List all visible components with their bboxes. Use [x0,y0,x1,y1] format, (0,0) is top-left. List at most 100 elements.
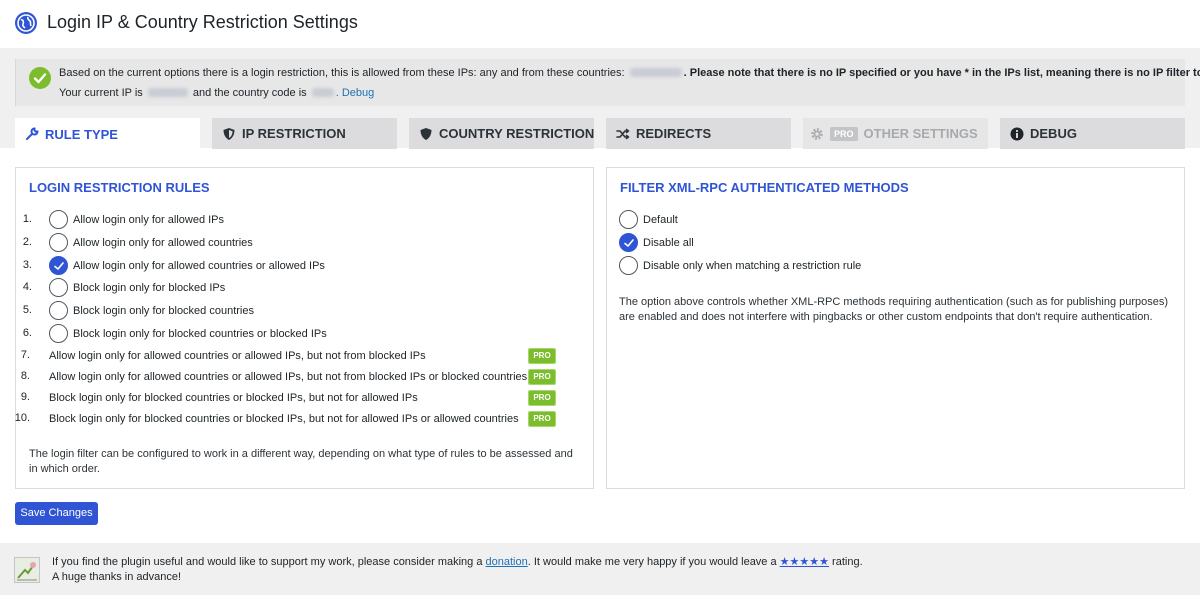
info-icon [1010,127,1024,141]
pro-badge: PRO [528,411,556,427]
rule-option-4[interactable]: 4. Block login only for blocked IPs [16,278,576,298]
rule-radio[interactable] [49,324,68,343]
notice-line-1: Based on the current options there is a … [59,67,1200,79]
tab-ip-restriction[interactable]: IP RESTRICTION [212,118,397,149]
tab-label: REDIRECTS [636,126,712,141]
xmlrpc-option-label: Disable all [643,237,694,249]
notice-line-2: Your current IP is and the country code … [59,87,374,99]
pro-rule-9: 9. Block login only for blocked countrie… [16,390,576,410]
xmlrpc-radio[interactable] [619,210,638,229]
restriction-notice: Based on the current options there is a … [15,59,1200,106]
page-header: Login IP & Country Restriction Settings [0,0,1200,48]
redacted-country-code [311,88,334,97]
tab-redirects[interactable]: REDIRECTS [606,118,791,149]
redacted-ip [147,88,188,97]
rule-option-3[interactable]: 3. Allow login only for allowed countrie… [16,256,576,276]
card-title: FILTER XML-RPC AUTHENTICATED METHODS [620,180,909,195]
notice-text: Based on the current options there is a … [59,67,625,79]
rule-label: Block login only for blocked countries o… [73,328,327,340]
rule-radio[interactable] [49,210,68,229]
xmlrpc-option-disable-all[interactable]: Disable all [607,233,1167,253]
xmlrpc-description: The option above controls whether XML-RP… [619,296,1169,323]
rule-radio[interactable] [49,301,68,320]
card-title: LOGIN RESTRICTION RULES [29,180,210,195]
rule-radio[interactable] [49,278,68,297]
rule-number: 9. [20,391,30,403]
page-title: Login IP & Country Restriction Settings [47,12,358,32]
xmlrpc-option-label: Default [643,214,678,226]
debug-link[interactable]: . Debug [336,87,375,99]
rating-stars-link[interactable]: ★★★★★ [780,556,829,568]
checkmark-icon [54,262,64,270]
rule-option-2[interactable]: 2. Allow login only for allowed countrie… [16,233,576,253]
pro-badge: PRO [528,390,556,406]
rule-number: 5. [22,304,32,316]
pro-badge: PRO [528,348,556,364]
shield-icon [419,127,433,141]
country-code-label: and the country code is [192,87,307,99]
rule-label: Allow login only for allowed countries o… [49,371,528,383]
tab-label: COUNTRY RESTRICTION [439,126,595,141]
rule-number: 3. [22,259,32,271]
rule-number: 1. [22,213,32,225]
wrench-icon [25,127,39,141]
donation-link[interactable]: donation [486,556,528,568]
current-ip-label: Your current IP is [59,87,143,99]
rule-number: 4. [22,281,32,293]
notice-bold-text: . Please note that there is no IP specif… [683,67,1200,79]
rule-number: 6. [22,327,32,339]
tab-debug[interactable]: DEBUG [1000,118,1185,149]
pro-rule-10: 10. Block login only for blocked countri… [14,411,576,431]
xmlrpc-option-disable-matching[interactable]: Disable only when matching a restriction… [607,256,1167,276]
tab-rule-type[interactable]: RULE TYPE [15,118,200,150]
tab-label: DEBUG [1030,126,1077,141]
support-footer: If you find the plugin useful and would … [0,543,1200,595]
author-avatar [14,557,40,583]
rule-label: Allow login only for allowed countries [73,237,253,249]
support-text: rating. [832,556,863,568]
rule-number: 2. [22,236,32,248]
tab-label: RULE TYPE [45,126,118,142]
rule-option-1[interactable]: 1. Allow login only for allowed IPs [16,210,576,230]
save-changes-button[interactable]: Save Changes [15,502,98,525]
pro-rule-7: 7. Allow login only for allowed countrie… [16,348,576,368]
rule-label: Block login only for blocked IPs [73,282,226,294]
rules-description: The login filter can be configured to wo… [29,448,573,475]
rule-label: Allow login only for allowed countries o… [73,260,325,272]
globe-icon [15,12,37,34]
gear-icon [810,127,824,141]
rule-option-5[interactable]: 5. Block login only for blocked countrie… [16,301,576,321]
check-circle-icon [29,67,51,89]
shield-icon [222,127,236,141]
xmlrpc-card: FILTER XML-RPC AUTHENTICATED METHODS Def… [606,167,1185,489]
redacted-countries [629,68,682,77]
support-line-1: If you find the plugin useful and would … [52,555,863,568]
xmlrpc-option-default[interactable]: Default [607,210,1167,230]
rule-radio-checked[interactable] [49,256,68,275]
rule-radio[interactable] [49,233,68,252]
rule-label: Allow login only for allowed countries o… [49,350,426,362]
xmlrpc-option-label: Disable only when matching a restriction… [643,260,862,272]
settings-tabs: RULE TYPE IP RESTRICTION COUNTRY RESTRIC… [15,118,1185,150]
support-text: . It would make me very happy if you wou… [527,556,777,568]
support-text: If you find the plugin useful and would … [52,556,483,568]
rule-number: 10. [14,412,30,424]
rule-option-6[interactable]: 6. Block login only for blocked countrie… [16,324,576,344]
tab-label: OTHER SETTINGS [863,126,978,141]
tab-label: IP RESTRICTION [242,126,346,141]
rule-label: Allow login only for allowed IPs [73,214,225,226]
checkmark-icon [624,239,634,247]
tab-other-settings[interactable]: PRO OTHER SETTINGS [803,118,988,149]
xmlrpc-radio[interactable] [619,256,638,275]
rule-number: 8. [20,370,30,382]
tab-country-restriction[interactable]: COUNTRY RESTRICTION [409,118,594,149]
login-restriction-rules-card: LOGIN RESTRICTION RULES 1. Allow login o… [15,167,594,489]
xmlrpc-radio-checked[interactable] [619,233,638,252]
rule-number: 7. [20,349,30,361]
shuffle-icon [616,127,630,141]
pro-badge: PRO [528,369,556,385]
rule-label: Block login only for blocked countries o… [49,392,418,404]
rule-label: Block login only for blocked countries [73,305,254,317]
pro-rule-8: 8. Allow login only for allowed countrie… [16,369,576,389]
rule-label: Block login only for blocked countries o… [49,413,519,425]
